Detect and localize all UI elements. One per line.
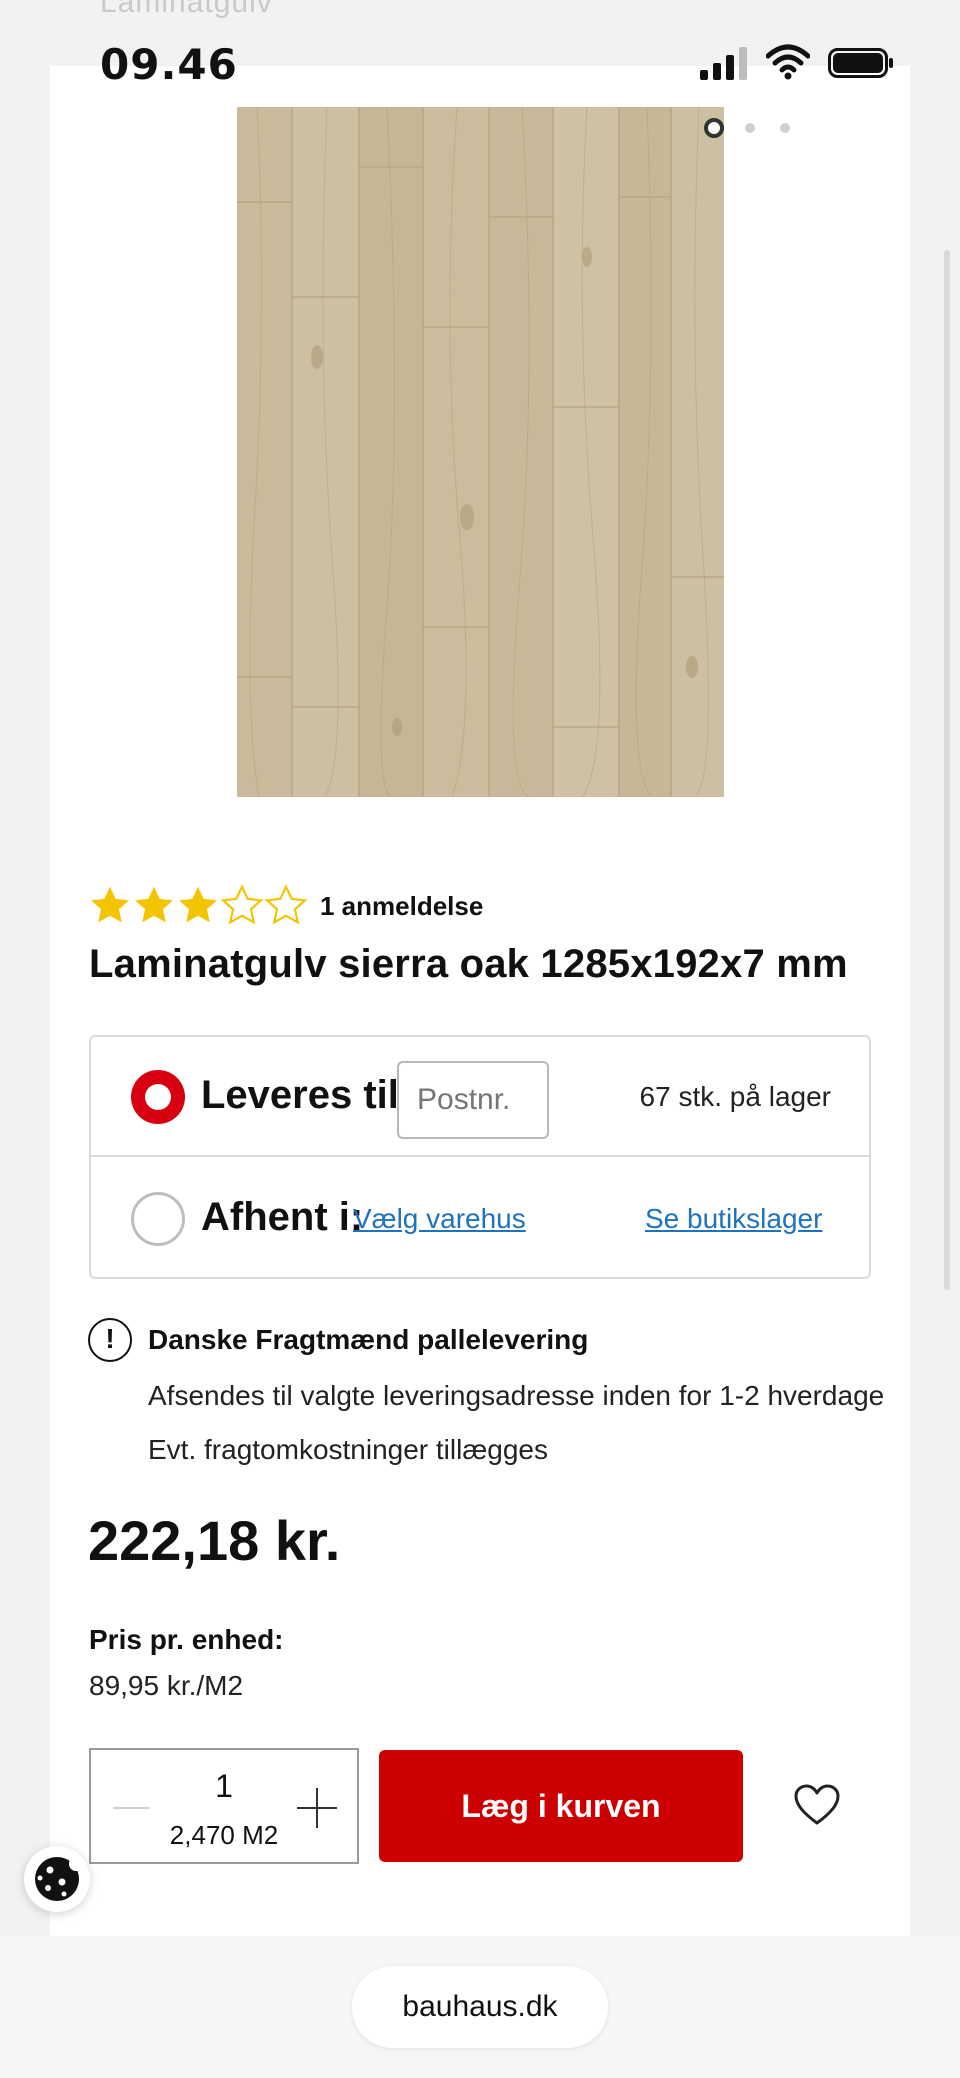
unit-price-label: Pris pr. enhed:	[89, 1624, 284, 1655]
store-stock-link[interactable]: Se butikslager	[645, 1203, 822, 1235]
product-title: Laminatgulv sierra oak 1285x192x7 mm	[89, 942, 848, 986]
cookie-icon	[35, 1857, 83, 1901]
status-bar: 09.46	[0, 0, 960, 110]
delivery-options: Leveres til: 67 stk. på lager Afhent i: …	[89, 1035, 871, 1279]
quantity-area: 2,470 M2	[169, 1820, 279, 1850]
battery-icon	[828, 48, 893, 78]
shipping-title: Danske Fragtmænd pallelevering	[148, 1324, 589, 1355]
deliver-radio[interactable]	[131, 1070, 185, 1124]
quantity-stepper[interactable]: 1 2,470 M2	[89, 1748, 359, 1864]
shipping-detail: Afsendes til valgte leveringsadresse ind…	[148, 1380, 885, 1411]
star-empty-icon	[264, 884, 308, 925]
heart-icon[interactable]	[794, 1784, 840, 1826]
product-image[interactable]	[237, 107, 724, 797]
pickup-label: Afhent i:	[201, 1195, 364, 1239]
star-filled-icon	[91, 886, 129, 923]
carousel-dots[interactable]	[700, 118, 800, 140]
pickup-radio[interactable]	[131, 1192, 185, 1246]
choose-store-link[interactable]: Vælg varehus	[353, 1203, 526, 1235]
signal-icon	[700, 47, 747, 80]
deliver-label: Leveres til:	[201, 1073, 413, 1117]
unit-price: 89,95 kr./M2	[89, 1670, 244, 1701]
scrollbar[interactable]	[944, 250, 950, 1290]
cookie-settings-button[interactable]	[24, 1846, 90, 1912]
carousel-dot-1[interactable]	[704, 118, 724, 138]
clock: 09.46	[100, 40, 238, 89]
wifi-icon	[766, 44, 810, 80]
add-to-cart-button[interactable]: Læg i kurven	[379, 1750, 743, 1862]
delivery-option-ship[interactable]: Leveres til: 67 stk. på lager	[91, 1037, 869, 1157]
star-empty-icon	[220, 884, 264, 925]
shipping-cost-note: Evt. fragtomkostninger tillægges	[148, 1434, 548, 1465]
review-count-link[interactable]: 1 anmeldelse	[320, 891, 483, 922]
browser-bottom-bar: bauhaus.dk	[0, 1936, 960, 2078]
minus-icon[interactable]	[113, 1807, 149, 1809]
product-price: 222,18 kr.	[88, 1509, 341, 1572]
postnr-input[interactable]	[397, 1061, 549, 1139]
delivery-option-pickup[interactable]: Afhent i: Vælg varehus Se butikslager	[91, 1159, 869, 1279]
address-bar[interactable]: bauhaus.dk	[352, 1966, 608, 2048]
star-filled-icon	[179, 886, 217, 923]
carousel-dot-2[interactable]	[745, 123, 755, 133]
carousel-dot-3[interactable]	[780, 123, 790, 133]
rating[interactable]: 1 anmeldelse	[88, 884, 483, 928]
star-filled-icon	[135, 886, 173, 923]
stock-status: 67 stk. på lager	[639, 1081, 831, 1112]
info-icon: !	[88, 1318, 132, 1362]
